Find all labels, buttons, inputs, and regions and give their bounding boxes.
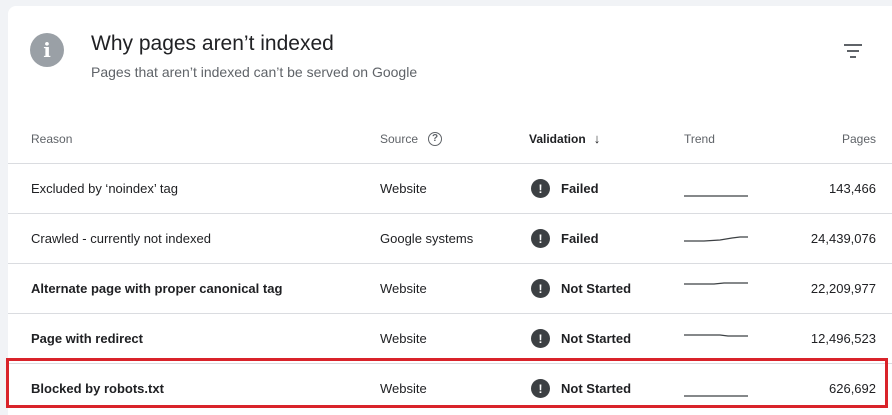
source-cell: Website	[380, 281, 427, 296]
source-cell: Website	[380, 331, 427, 346]
help-icon[interactable]: ?	[428, 131, 443, 146]
alert-icon: !	[531, 229, 550, 248]
source-cell: Website	[380, 181, 427, 196]
table-row[interactable]: Blocked by robots.txt Website ! Not Star…	[8, 364, 892, 413]
reason-cell: Excluded by ‘noindex’ tag	[31, 181, 178, 196]
pages-cell: 24,439,076	[810, 231, 876, 246]
pages-cell: 22,209,977	[810, 281, 876, 296]
table-row[interactable]: Page with redirect Website ! Not Started…	[8, 314, 892, 364]
reason-cell: Blocked by robots.txt	[31, 381, 164, 396]
table-row[interactable]: Alternate page with proper canonical tag…	[8, 264, 892, 314]
not-indexed-card: i Why pages aren’t indexed Pages that ar…	[8, 6, 892, 415]
alert-icon: !	[531, 379, 550, 398]
validation-cell: ! Not Started	[531, 264, 631, 313]
info-icon: i	[30, 33, 64, 67]
pages-cell: 143,466	[829, 181, 876, 196]
column-header-source[interactable]: Source ?	[380, 114, 443, 163]
alert-icon: !	[531, 179, 550, 198]
trend-sparkline	[684, 334, 748, 337]
alert-icon: !	[531, 329, 550, 348]
validation-cell: ! Not Started	[531, 364, 631, 413]
sort-arrow-down-icon[interactable]: ↓	[594, 131, 601, 146]
trend-sparkline	[684, 195, 748, 197]
column-header-reason[interactable]: Reason	[31, 114, 72, 163]
pages-cell: 12,496,523	[810, 331, 876, 346]
validation-cell: ! Failed	[531, 164, 599, 213]
pages-cell: 626,692	[829, 381, 876, 396]
column-header-trend[interactable]: Trend	[684, 114, 715, 163]
source-cell: Website	[380, 381, 427, 396]
card-subtitle: Pages that aren’t indexed can’t be serve…	[91, 64, 418, 80]
reason-cell: Page with redirect	[31, 331, 143, 346]
trend-sparkline	[684, 395, 748, 397]
trend-sparkline	[684, 236, 748, 242]
column-header-validation[interactable]: Validation ↓	[529, 114, 600, 163]
card-title: Why pages aren’t indexed	[91, 32, 334, 55]
table-row[interactable]: Excluded by ‘noindex’ tag Website ! Fail…	[8, 164, 892, 214]
validation-cell: ! Failed	[531, 214, 599, 263]
reason-cell: Alternate page with proper canonical tag	[31, 281, 283, 296]
source-cell: Google systems	[380, 231, 474, 246]
trend-sparkline	[684, 282, 748, 285]
filter-icon[interactable]	[844, 42, 866, 60]
table-header: Reason Source ? Validation ↓ Trend Pages	[8, 114, 892, 164]
validation-cell: ! Not Started	[531, 314, 631, 363]
alert-icon: !	[531, 279, 550, 298]
column-header-pages[interactable]: Pages	[842, 114, 876, 163]
reason-cell: Crawled - currently not indexed	[31, 231, 211, 246]
table-row[interactable]: Crawled - currently not indexed Google s…	[8, 214, 892, 264]
